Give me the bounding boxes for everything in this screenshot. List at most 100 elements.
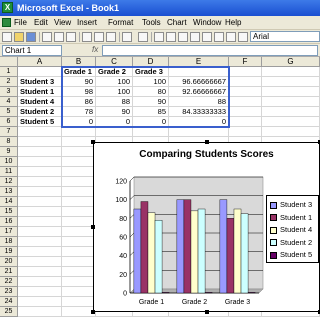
cell-a10[interactable] bbox=[18, 157, 62, 167]
cell-b9[interactable] bbox=[62, 147, 96, 157]
row-header-14[interactable]: 14 bbox=[0, 197, 18, 207]
cell-a22[interactable] bbox=[18, 277, 62, 287]
fx-icon[interactable]: fx bbox=[92, 45, 98, 54]
menu-format[interactable]: Format bbox=[108, 18, 133, 27]
cell-a4[interactable]: Student 4 bbox=[18, 97, 62, 107]
undo-icon[interactable] bbox=[122, 32, 132, 42]
cell-a21[interactable] bbox=[18, 267, 62, 277]
cell-b13[interactable] bbox=[62, 187, 96, 197]
cell-b12[interactable] bbox=[62, 177, 96, 187]
legend-item[interactable]: Student 2 bbox=[270, 238, 312, 249]
row-header-6[interactable]: 6 bbox=[0, 117, 18, 127]
cell-b2[interactable]: 90 bbox=[62, 77, 96, 87]
cell-b24[interactable] bbox=[62, 297, 96, 307]
cell-a16[interactable] bbox=[18, 217, 62, 227]
column-header-a[interactable]: A bbox=[18, 57, 62, 67]
legend-item[interactable]: Student 3 bbox=[270, 201, 312, 211]
chart-object[interactable]: Comparing Students Scores 0 20 40 60 80 100 12… bbox=[91, 140, 320, 314]
legend-item[interactable]: Student 4 bbox=[270, 226, 312, 236]
column-header-g[interactable]: G bbox=[262, 57, 320, 67]
cell-g1[interactable] bbox=[262, 67, 320, 77]
cell-g6[interactable] bbox=[262, 117, 320, 127]
cell-b14[interactable] bbox=[62, 197, 96, 207]
row-header-10[interactable]: 10 bbox=[0, 157, 18, 167]
workbook-icon[interactable] bbox=[2, 18, 11, 27]
menu-tools[interactable]: Tools bbox=[142, 18, 161, 27]
cell-d6[interactable]: 0 bbox=[133, 117, 169, 127]
column-header-f[interactable]: F bbox=[229, 57, 262, 67]
row-header-24[interactable]: 24 bbox=[0, 297, 18, 307]
menu-insert[interactable]: Insert bbox=[77, 18, 97, 27]
cell-g3[interactable] bbox=[262, 87, 320, 97]
cell-b10[interactable] bbox=[62, 157, 96, 167]
row-header-22[interactable]: 22 bbox=[0, 277, 18, 287]
cell-e5[interactable]: 84.33333333 bbox=[169, 107, 229, 117]
cell-d2[interactable]: 100 bbox=[133, 77, 169, 87]
redo-icon[interactable] bbox=[138, 32, 148, 42]
cell-b5[interactable]: 78 bbox=[62, 107, 96, 117]
row-header-7[interactable]: 7 bbox=[0, 127, 18, 137]
row-header-2[interactable]: 2 bbox=[0, 77, 18, 87]
cell-g2[interactable] bbox=[262, 77, 320, 87]
cell-e4[interactable]: 88 bbox=[169, 97, 229, 107]
cell-b6[interactable]: 0 bbox=[62, 117, 96, 127]
row-header-16[interactable]: 16 bbox=[0, 217, 18, 227]
autosum-icon[interactable] bbox=[166, 32, 176, 42]
legend-item[interactable]: Student 1 bbox=[270, 213, 312, 224]
row-header-23[interactable]: 23 bbox=[0, 287, 18, 297]
column-header-b[interactable]: B bbox=[62, 57, 96, 67]
cell-a17[interactable] bbox=[18, 227, 62, 237]
menu-chart[interactable]: Chart bbox=[167, 18, 187, 27]
cell-b4[interactable]: 86 bbox=[62, 97, 96, 107]
cell-f5[interactable] bbox=[229, 107, 262, 117]
cell-a2[interactable]: Student 3 bbox=[18, 77, 62, 87]
row-header-11[interactable]: 11 bbox=[0, 167, 18, 177]
cell-f1[interactable] bbox=[229, 67, 262, 77]
cell-f3[interactable] bbox=[229, 87, 262, 97]
cell-c6[interactable]: 0 bbox=[96, 117, 133, 127]
hyperlink-icon[interactable] bbox=[154, 32, 164, 42]
cell-d7[interactable] bbox=[133, 127, 169, 137]
cell-a7[interactable] bbox=[18, 127, 62, 137]
cell-g7[interactable] bbox=[262, 127, 320, 137]
cell-a11[interactable] bbox=[18, 167, 62, 177]
cell-a20[interactable] bbox=[18, 257, 62, 267]
cell-f7[interactable] bbox=[229, 127, 262, 137]
cell-b1[interactable]: Grade 1 bbox=[62, 67, 96, 77]
new-icon[interactable] bbox=[2, 32, 12, 42]
cell-a19[interactable] bbox=[18, 247, 62, 257]
cell-b18[interactable] bbox=[62, 237, 96, 247]
spelling-icon[interactable] bbox=[66, 32, 76, 42]
cell-e7[interactable] bbox=[169, 127, 229, 137]
resize-handle[interactable] bbox=[204, 140, 209, 144]
chart-legend[interactable]: Student 3 Student 1 Student 4 Student 2 Stud… bbox=[266, 195, 319, 263]
formula-input[interactable] bbox=[102, 45, 318, 56]
resize-handle[interactable] bbox=[91, 140, 95, 144]
resize-handle[interactable] bbox=[204, 310, 209, 314]
column-header-d[interactable]: D bbox=[133, 57, 169, 67]
name-box[interactable]: Chart 1 bbox=[2, 45, 62, 56]
column-header-c[interactable]: C bbox=[96, 57, 133, 67]
cell-a6[interactable]: Student 5 bbox=[18, 117, 62, 127]
menu-help[interactable]: Help bbox=[225, 18, 241, 27]
drawing-icon[interactable] bbox=[214, 32, 224, 42]
row-header-21[interactable]: 21 bbox=[0, 267, 18, 277]
zoom-icon[interactable] bbox=[226, 32, 236, 42]
row-header-13[interactable]: 13 bbox=[0, 187, 18, 197]
chart-wizard-icon[interactable] bbox=[202, 32, 212, 42]
row-header-17[interactable]: 17 bbox=[0, 227, 18, 237]
cell-a24[interactable] bbox=[18, 297, 62, 307]
cell-b3[interactable]: 98 bbox=[62, 87, 96, 97]
row-header-15[interactable]: 15 bbox=[0, 207, 18, 217]
cell-a18[interactable] bbox=[18, 237, 62, 247]
copy-icon[interactable] bbox=[94, 32, 104, 42]
cell-f6[interactable] bbox=[229, 117, 262, 127]
cell-g5[interactable] bbox=[262, 107, 320, 117]
cell-a5[interactable]: Student 2 bbox=[18, 107, 62, 117]
cell-e1[interactable] bbox=[169, 67, 229, 77]
cut-icon[interactable] bbox=[82, 32, 92, 42]
sort-descending-icon[interactable] bbox=[190, 32, 200, 42]
cell-a14[interactable] bbox=[18, 197, 62, 207]
cell-a13[interactable] bbox=[18, 187, 62, 197]
help-icon[interactable] bbox=[238, 32, 248, 42]
